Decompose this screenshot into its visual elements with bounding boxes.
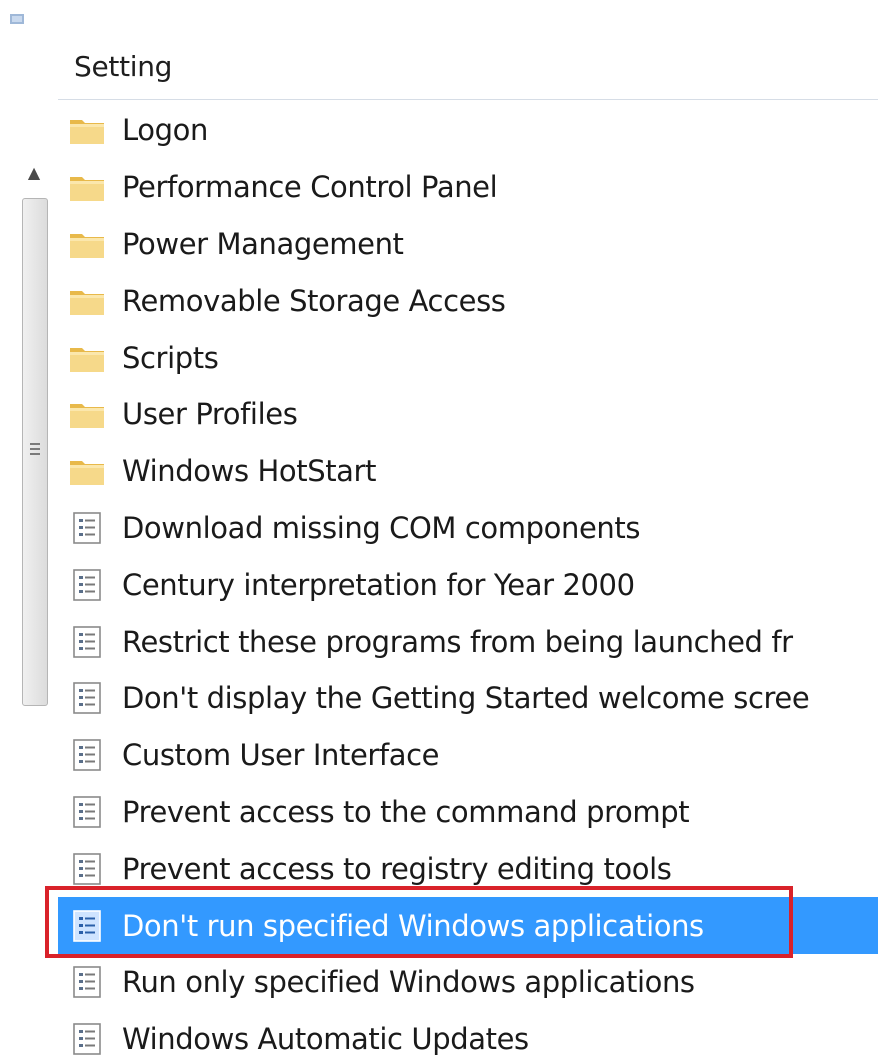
list-item-label: Power Management xyxy=(122,226,404,261)
folder-icon xyxy=(68,114,106,146)
policy-setting-icon xyxy=(68,682,106,715)
policy-list-item[interactable]: Run only specified Windows applications xyxy=(58,954,878,1011)
list-item-label: Don't display the Getting Started welcom… xyxy=(122,681,810,716)
list-item-label: Removable Storage Access xyxy=(122,283,506,318)
folder-list-item[interactable]: User Profiles xyxy=(58,386,878,443)
list-item-label: Prevent access to registry editing tools xyxy=(122,851,672,886)
policy-setting-icon xyxy=(68,796,106,828)
column-header[interactable]: Setting xyxy=(58,42,878,100)
policy-list-item[interactable]: Restrict these programs from being launc… xyxy=(58,613,878,670)
list-item-label: Prevent access to the command prompt xyxy=(122,794,690,829)
folder-icon xyxy=(68,342,106,374)
list-item-label: Download missing COM components xyxy=(122,510,641,545)
policy-list-item[interactable]: Windows Automatic Updates xyxy=(58,1011,878,1063)
list-item-label: Don't run specified Windows applications xyxy=(122,908,704,943)
folder-list-item[interactable]: Scripts xyxy=(58,329,878,386)
folder-list-item[interactable]: Logon xyxy=(58,102,878,159)
folder-list-item[interactable]: Performance Control Panel xyxy=(58,159,878,216)
folder-list-item[interactable]: Power Management xyxy=(58,216,878,273)
folder-list-item[interactable]: Removable Storage Access xyxy=(58,272,878,329)
policy-list-item[interactable]: Don't run specified Windows applications xyxy=(58,897,878,954)
policy-list-item[interactable]: Custom User Interface xyxy=(58,727,878,784)
folder-list-item[interactable]: Windows HotStart xyxy=(58,443,878,500)
list-item-label: Custom User Interface xyxy=(122,738,440,773)
policy-setting-icon xyxy=(68,909,106,942)
list-item-label: Run only specified Windows applications xyxy=(122,965,695,1000)
list-item-label: User Profiles xyxy=(122,397,298,432)
folder-icon xyxy=(68,228,106,260)
policy-setting-icon xyxy=(68,512,106,544)
list-item-label: Windows Automatic Updates xyxy=(122,1022,529,1057)
policy-setting-icon xyxy=(68,568,106,601)
folder-icon xyxy=(68,171,106,203)
list-item-label: Restrict these programs from being launc… xyxy=(122,624,793,659)
list-item-label: Performance Control Panel xyxy=(122,170,498,205)
list-item-label: Century interpretation for Year 2000 xyxy=(122,567,635,602)
corner-icon xyxy=(10,14,24,24)
policy-setting-icon xyxy=(68,852,106,885)
policy-list-item[interactable]: Century interpretation for Year 2000 xyxy=(58,556,878,613)
folder-icon xyxy=(68,398,106,430)
list-item-label: Scripts xyxy=(122,340,219,375)
policy-list-item[interactable]: Download missing COM components xyxy=(58,500,878,557)
policy-list-item[interactable]: Prevent access to the command prompt xyxy=(58,784,878,841)
list-item-label: Windows HotStart xyxy=(122,454,377,489)
list-item-label: Logon xyxy=(122,113,208,148)
column-header-setting: Setting xyxy=(74,50,173,83)
scroll-up-arrow-icon[interactable]: ▲ xyxy=(14,158,54,188)
policy-list-item[interactable]: Prevent access to registry editing tools xyxy=(58,840,878,897)
policy-setting-icon xyxy=(68,1023,106,1055)
policy-setting-icon xyxy=(68,966,106,999)
policy-setting-icon xyxy=(68,739,106,771)
scroll-grip-icon xyxy=(30,443,40,457)
settings-list: Logon Performance Control Panel Power Ma… xyxy=(58,102,878,1063)
folder-icon xyxy=(68,455,106,487)
policy-list-item[interactable]: Don't display the Getting Started welcom… xyxy=(58,670,878,727)
folder-icon xyxy=(68,285,106,317)
policy-setting-icon xyxy=(68,625,106,658)
